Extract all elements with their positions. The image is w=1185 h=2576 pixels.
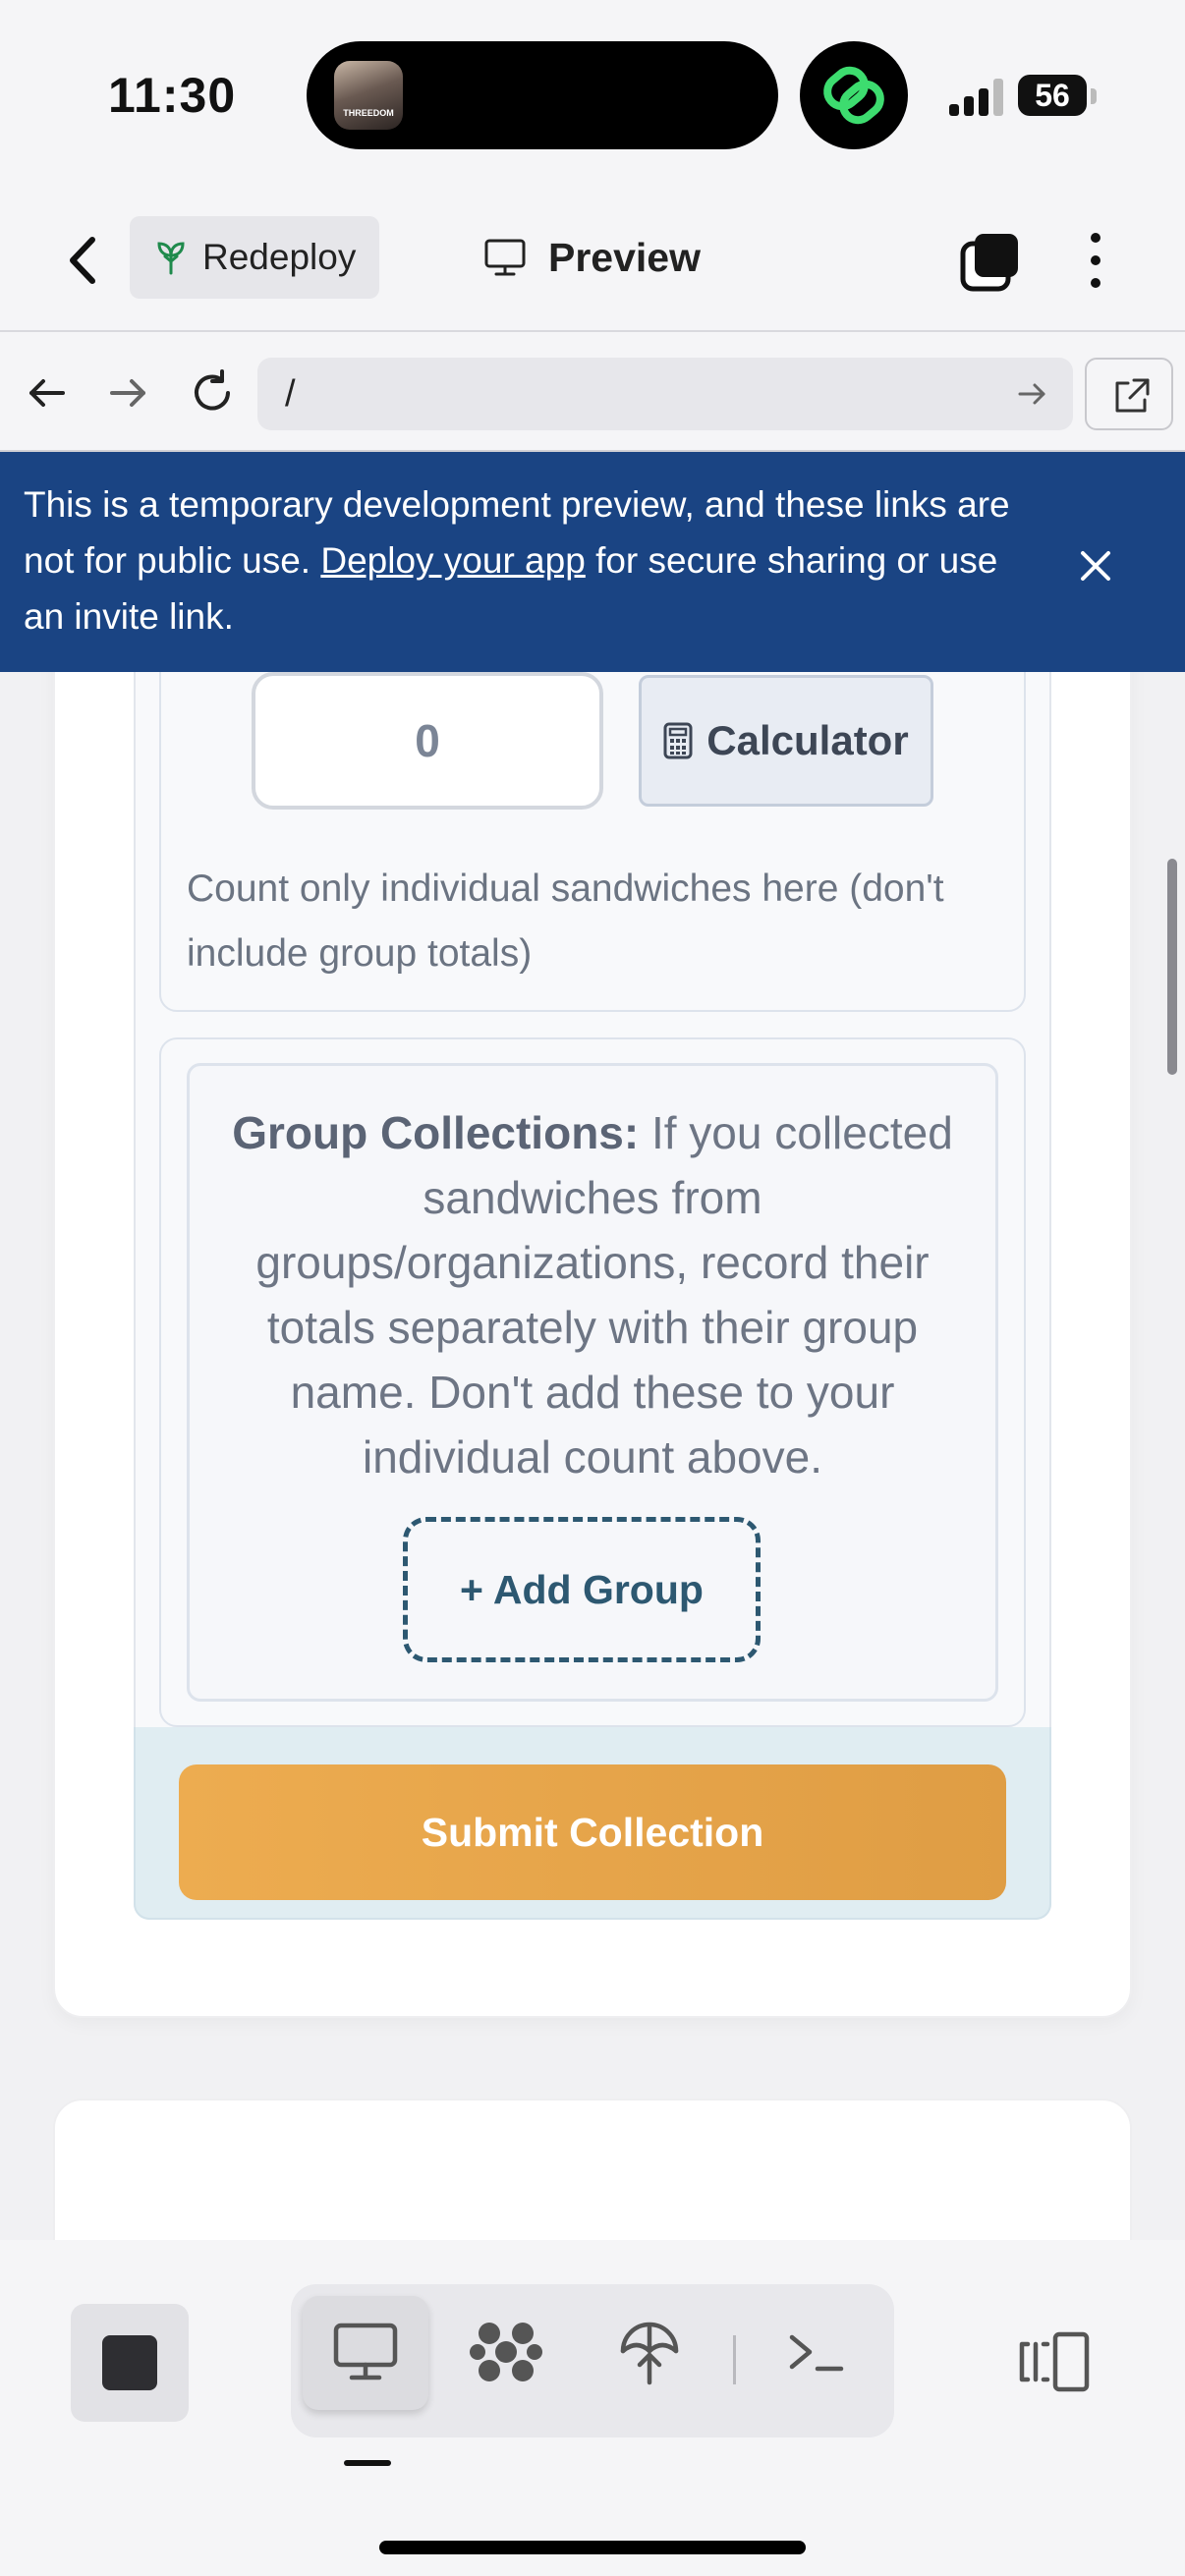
url-input[interactable]: / (257, 358, 1073, 430)
app-header: Redeploy Preview (0, 187, 1185, 332)
panel-toggle-icon[interactable] (1018, 2330, 1093, 2393)
battery-icon: 56 (1018, 75, 1087, 116)
active-tool-indicator (344, 2460, 391, 2466)
redeploy-button[interactable]: Redeploy (130, 216, 379, 299)
group-collections-title: Group Collections: (232, 1107, 640, 1158)
url-text: / (285, 373, 296, 415)
preview-content: 0 Calculator Count only individual sandw… (0, 672, 1185, 2240)
deploy-icon[interactable] (611, 2314, 688, 2390)
tab-preview[interactable]: Preview (483, 216, 701, 299)
next-card (53, 2099, 1132, 2240)
sprout-icon (157, 242, 185, 275)
status-bar: 11:30 THREEDOM 56 (0, 0, 1185, 187)
open-external-button[interactable] (1085, 358, 1173, 430)
now-playing-thumbnail-text: THREEDOM (343, 108, 394, 118)
calculator-icon (663, 722, 693, 759)
stop-icon (102, 2335, 157, 2390)
tool-switcher (291, 2284, 894, 2437)
group-collections-description: If you collected sandwiches from groups/… (255, 1107, 953, 1483)
open-external-icon (1115, 378, 1150, 413)
preview-label: Preview (548, 234, 701, 280)
calculator-label: Calculator (706, 717, 909, 763)
arrow-right-icon[interactable] (100, 365, 155, 420)
status-time: 11:30 (108, 68, 237, 123)
tool-divider (733, 2335, 736, 2384)
more-vertical-icon[interactable] (1081, 226, 1110, 295)
close-icon[interactable] (1077, 544, 1114, 582)
battery-nub (1091, 88, 1097, 104)
deploy-app-link[interactable]: Deploy your app (320, 540, 585, 581)
arrow-left-icon[interactable] (20, 365, 75, 420)
now-playing-thumbnail: THREEDOM (334, 61, 403, 130)
redeploy-label: Redeploy (202, 237, 357, 277)
home-indicator[interactable] (379, 2541, 806, 2554)
browser-bar: / (0, 334, 1185, 452)
reload-icon[interactable] (185, 365, 240, 420)
banner-text: This is a temporary development preview,… (24, 476, 1016, 644)
dev-preview-banner: This is a temporary development preview,… (0, 452, 1185, 672)
chevron-left-icon[interactable] (59, 226, 108, 295)
group-collections-text: Group Collections: If you collected sand… (214, 1100, 971, 1489)
signal-icon (949, 77, 1006, 116)
monitor-icon[interactable] (327, 2314, 404, 2390)
scrollbar-thumb[interactable] (1167, 859, 1177, 1075)
add-group-button[interactable]: + Add Group (403, 1517, 761, 1662)
dynamic-island[interactable]: THREEDOM (307, 41, 778, 149)
individual-count-input[interactable]: 0 (252, 672, 603, 810)
stop-button[interactable] (71, 2304, 189, 2422)
terminal-icon[interactable] (778, 2314, 855, 2390)
calculator-button[interactable]: Calculator (639, 675, 933, 807)
go-arrow-icon[interactable] (1014, 376, 1049, 412)
count-hint: Count only individual sandwiches here (d… (187, 868, 944, 975)
grid-blob-icon[interactable] (468, 2314, 544, 2390)
bottom-toolbar (0, 2240, 1185, 2576)
stack-icon[interactable] (959, 230, 1022, 293)
monitor-icon (484, 239, 526, 276)
submit-collection-button[interactable]: Submit Collection (179, 1764, 1006, 1900)
link-app-icon (800, 41, 908, 149)
